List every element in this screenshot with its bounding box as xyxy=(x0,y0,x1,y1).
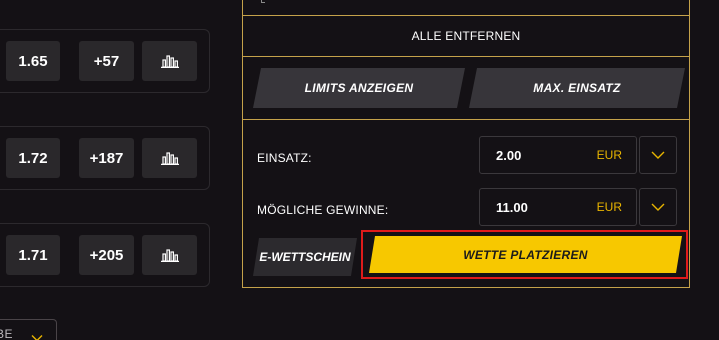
market-dropdown[interactable]: BE xyxy=(0,319,57,340)
stats-icon xyxy=(160,248,179,262)
more-markets-button[interactable]: +57 xyxy=(79,41,134,81)
max-stake-button[interactable]: MAX. EINSATZ xyxy=(469,68,685,108)
e-slip-button[interactable]: E-WETTSCHEIN xyxy=(253,238,357,276)
odds-row: 1.72 +187 xyxy=(0,126,210,190)
show-limits-button[interactable]: LIMITS ANZEIGEN xyxy=(253,68,465,108)
odds-button[interactable]: 1.65 xyxy=(6,41,60,81)
chevron-down-icon xyxy=(651,198,665,216)
possible-win-label: MÖGLICHE GEWINNE: xyxy=(257,203,389,217)
market-dropdown-label: BE xyxy=(0,327,14,340)
stake-dropdown-button[interactable] xyxy=(639,136,677,174)
bet-slip-top-divider xyxy=(243,0,689,16)
odds-row: 1.65 +57 xyxy=(0,29,210,93)
odds-row: 1.71 +205 xyxy=(0,223,210,287)
stats-icon xyxy=(160,54,179,68)
stats-icon xyxy=(160,151,179,165)
chevron-down-icon xyxy=(651,146,665,164)
stake-label: EINSATZ: xyxy=(257,151,312,165)
more-markets-button[interactable]: +205 xyxy=(79,235,134,275)
stake-value: 2.00 xyxy=(496,147,522,163)
odds-button[interactable]: 1.71 xyxy=(6,235,60,275)
place-bet-highlight: WETTE PLATZIEREN xyxy=(361,230,688,279)
odds-button[interactable]: 1.72 xyxy=(6,138,60,178)
checkbox-fragment xyxy=(261,0,265,3)
possible-win-field[interactable]: 11.00 EUR xyxy=(479,188,637,226)
stats-button[interactable] xyxy=(142,138,197,178)
stats-button[interactable] xyxy=(142,235,197,275)
stake-input[interactable]: 2.00 EUR xyxy=(479,136,637,174)
stake-currency: EUR xyxy=(596,148,622,162)
chevron-down-icon xyxy=(31,329,43,340)
limits-section: LIMITS ANZEIGEN MAX. EINSATZ xyxy=(243,56,689,120)
possible-win-value: 11.00 xyxy=(496,199,528,215)
more-markets-button[interactable]: +187 xyxy=(79,138,134,178)
possible-win-dropdown-button[interactable] xyxy=(639,188,677,226)
remove-all-button[interactable]: ALLE ENTFERNEN xyxy=(243,16,689,56)
bet-slip: ALLE ENTFERNEN LIMITS ANZEIGEN MAX. EINS… xyxy=(242,0,690,288)
possible-win-currency: EUR xyxy=(596,200,622,214)
stats-button[interactable] xyxy=(142,41,197,81)
place-bet-button[interactable]: WETTE PLATZIEREN xyxy=(369,236,682,273)
